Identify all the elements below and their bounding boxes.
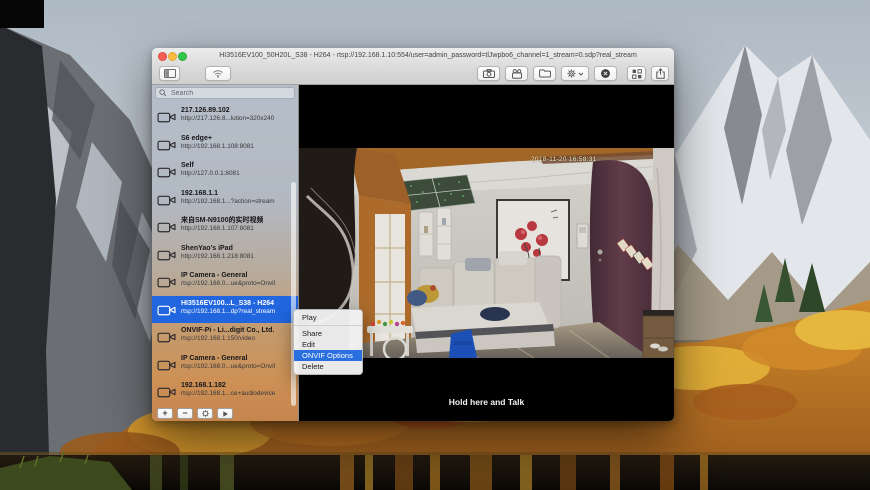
- camera-name: ShenYao's iPad: [181, 244, 233, 252]
- camera-name: S6 edge+: [181, 134, 212, 142]
- window-title: HI3516EV100_50H20L_S38 - H264 - rtsp://1…: [219, 52, 637, 59]
- camera-url: rtsp://192.168.0...ue&proto=Onvif: [181, 280, 276, 287]
- gear-icon: [567, 69, 576, 78]
- stop-circle-icon: [601, 69, 610, 78]
- camera-url: rtsp://192.168.1.150/video: [181, 335, 255, 342]
- remove-camera-button[interactable]: −: [177, 408, 193, 419]
- camera-name: IP Camera - General: [181, 272, 248, 279]
- camera-context-menu: Play Share Edit ONVIF Options Delete: [293, 309, 363, 375]
- open-folder-button[interactable]: [533, 66, 556, 81]
- record-button[interactable]: [505, 66, 528, 81]
- camera-name: 217.126.89.102: [181, 107, 230, 114]
- stop-record-button[interactable]: [594, 66, 617, 81]
- settings-button[interactable]: [561, 66, 589, 81]
- video-camera-icon: [157, 303, 176, 322]
- video-camera-icon: [157, 110, 176, 129]
- camera-list-item[interactable]: 192.168.1.1 http://192.168.1...?action=s…: [152, 186, 298, 214]
- video-timestamp-overlay: 2018-11-20 16:58:31: [531, 156, 597, 163]
- wifi-stream-button[interactable]: [205, 66, 231, 81]
- camera-name: 来自SM-N9100的实时视频: [181, 217, 264, 224]
- camera-url: rtsp://192.168.1...dp?real_stream: [181, 307, 276, 315]
- video-camera-icon: [157, 385, 176, 404]
- menu-item-play[interactable]: Play: [294, 312, 362, 323]
- search-icon: [159, 89, 167, 97]
- video-camera-icon: [157, 358, 176, 377]
- video-camera-icon: [157, 330, 176, 349]
- mosaic-view-button[interactable]: [627, 66, 646, 81]
- menu-item-onvif-options[interactable]: ONVIF Options: [294, 350, 362, 361]
- sidebar-toggle-icon: [163, 69, 176, 78]
- menu-item-share[interactable]: Share: [294, 328, 362, 339]
- search-box[interactable]: [155, 87, 295, 99]
- video-camera-icon: [157, 220, 176, 239]
- video-camera-icon: [157, 193, 176, 212]
- camera-url: rtsp://192.168.0...ue&proto=Onvif: [181, 362, 276, 370]
- wifi-icon: [213, 70, 223, 78]
- sidebar-footer: + −: [152, 405, 298, 421]
- play-icon: [222, 410, 228, 417]
- close-window-button[interactable]: [158, 52, 167, 61]
- camera-url: http://192.168.1...?action=stream: [181, 197, 275, 205]
- camera-url: http://127.0.0.1:8081: [181, 170, 240, 177]
- app-window: HI3516EV100_50H20L_S38 - H264 - rtsp://1…: [152, 48, 674, 421]
- camera-name: 192.168.1.1: [181, 189, 218, 197]
- menu-item-delete[interactable]: Delete: [294, 361, 362, 372]
- sidebar-toggle-button[interactable]: [159, 66, 180, 81]
- camera-url: rtsp://192.168.1...ce+audiodevice: [181, 390, 276, 397]
- camera-list-item[interactable]: ONVIF-Pi - Li...digit Co., Ltd. rtsp://1…: [152, 323, 298, 351]
- camera-list-item-selected[interactable]: HI3516EV100...L_S38 - H264 rtsp://192.16…: [152, 295, 298, 323]
- window-content: 217.126.89.102 http://217.126.8...lution…: [152, 85, 674, 421]
- play-camera-button[interactable]: [217, 408, 233, 419]
- video-camera-icon: [157, 275, 176, 294]
- chevron-down-icon: [578, 72, 584, 76]
- camera-url: http://192.168.1.108:8081: [181, 142, 254, 150]
- zoom-window-button[interactable]: [178, 52, 187, 61]
- video-camera-icon: [157, 248, 176, 267]
- minimize-window-button[interactable]: [168, 52, 177, 61]
- add-camera-button[interactable]: +: [157, 408, 173, 419]
- camera-name: Self: [181, 162, 194, 169]
- video-camera-icon: [157, 138, 176, 157]
- camera-url: http://192.168.1.218:8081: [181, 252, 254, 260]
- gear-icon: [201, 410, 209, 417]
- photo-camera-icon: [482, 69, 495, 78]
- camera-settings-button[interactable]: [197, 408, 213, 419]
- share-button[interactable]: [651, 66, 669, 81]
- camera-list-item[interactable]: IP Camera - General rtsp://192.168.0...u…: [152, 268, 298, 296]
- snapshot-button[interactable]: [477, 66, 500, 81]
- window-header: HI3516EV100_50H20L_S38 - H264 - rtsp://1…: [152, 48, 674, 85]
- camera-list-item[interactable]: IP Camera - General rtsp://192.168.0...u…: [152, 351, 298, 379]
- grid-mosaic-icon: [631, 68, 642, 79]
- hold-to-talk-button[interactable]: Hold here and Talk: [299, 397, 674, 407]
- menu-item-edit[interactable]: Edit: [294, 339, 362, 350]
- camera-name: IP Camera - General: [181, 354, 248, 362]
- search-input[interactable]: [169, 88, 291, 98]
- camera-list-item[interactable]: 217.126.89.102 http://217.126.8...lution…: [152, 103, 298, 131]
- camera-sidebar: 217.126.89.102 http://217.126.8...lution…: [152, 85, 299, 421]
- movie-camera-icon: [511, 68, 522, 79]
- camera-list-item[interactable]: 192.168.1.182 rtsp://192.168.1...ce+audi…: [152, 378, 298, 406]
- camera-list-item[interactable]: S6 edge+ http://192.168.1.108:8081: [152, 131, 298, 159]
- folder-icon: [538, 69, 551, 78]
- camera-url: http://217.126.8...lution=320x240: [181, 115, 275, 122]
- video-camera-icon: [157, 165, 176, 184]
- share-icon: [655, 68, 665, 79]
- camera-name: 192.168.1.182: [181, 382, 226, 389]
- camera-list-item[interactable]: Self http://127.0.0.1:8081: [152, 158, 298, 186]
- camera-name: ONVIF-Pi - Li...digit Co., Ltd.: [181, 327, 275, 334]
- menu-separator: [294, 325, 362, 326]
- camera-name: HI3516EV100...L_S38 - H264: [181, 299, 275, 307]
- camera-list-item[interactable]: 来自SM-N9100的实时视频 http://192.168.1.107:808…: [152, 213, 298, 241]
- camera-url: http://192.168.1.107:8081: [181, 225, 254, 232]
- camera-list-item[interactable]: ShenYao's iPad http://192.168.1.218:8081: [152, 241, 298, 269]
